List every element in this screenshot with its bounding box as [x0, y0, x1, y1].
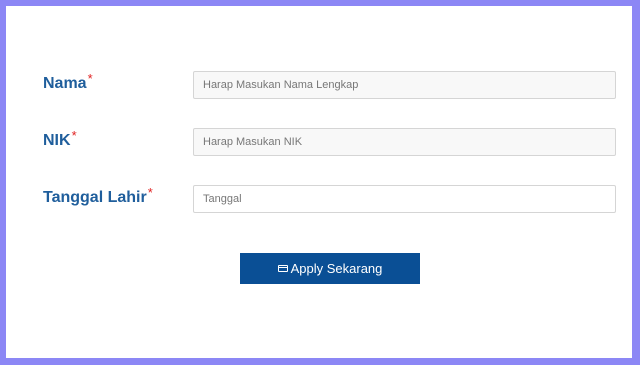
required-asterisk: *: [147, 185, 153, 200]
nama-label: Nama*: [43, 71, 93, 93]
tanggal-lahir-input[interactable]: [193, 185, 616, 213]
nik-input[interactable]: [193, 128, 616, 156]
apply-sekarang-button[interactable]: Apply Sekarang: [240, 253, 420, 284]
required-asterisk: *: [87, 71, 93, 86]
field-row-nama: Nama*: [6, 71, 632, 103]
required-asterisk: *: [71, 128, 77, 143]
apply-sekarang-label: Apply Sekarang: [290, 261, 383, 276]
nama-input[interactable]: [193, 71, 616, 99]
nama-label-text: Nama: [43, 75, 87, 92]
nik-label-text: NIK: [43, 132, 71, 149]
credit-card-icon: [277, 265, 288, 272]
field-row-tanggal-lahir: Tanggal Lahir*: [6, 185, 632, 217]
tanggal-lahir-label-text: Tanggal Lahir: [43, 189, 147, 206]
tanggal-lahir-label: Tanggal Lahir*: [43, 185, 153, 207]
nik-label: NIK*: [43, 128, 77, 150]
form-card: Nama* NIK* Tanggal Lahir* Apply Sekarang: [6, 6, 632, 358]
field-row-nik: NIK*: [6, 128, 632, 160]
